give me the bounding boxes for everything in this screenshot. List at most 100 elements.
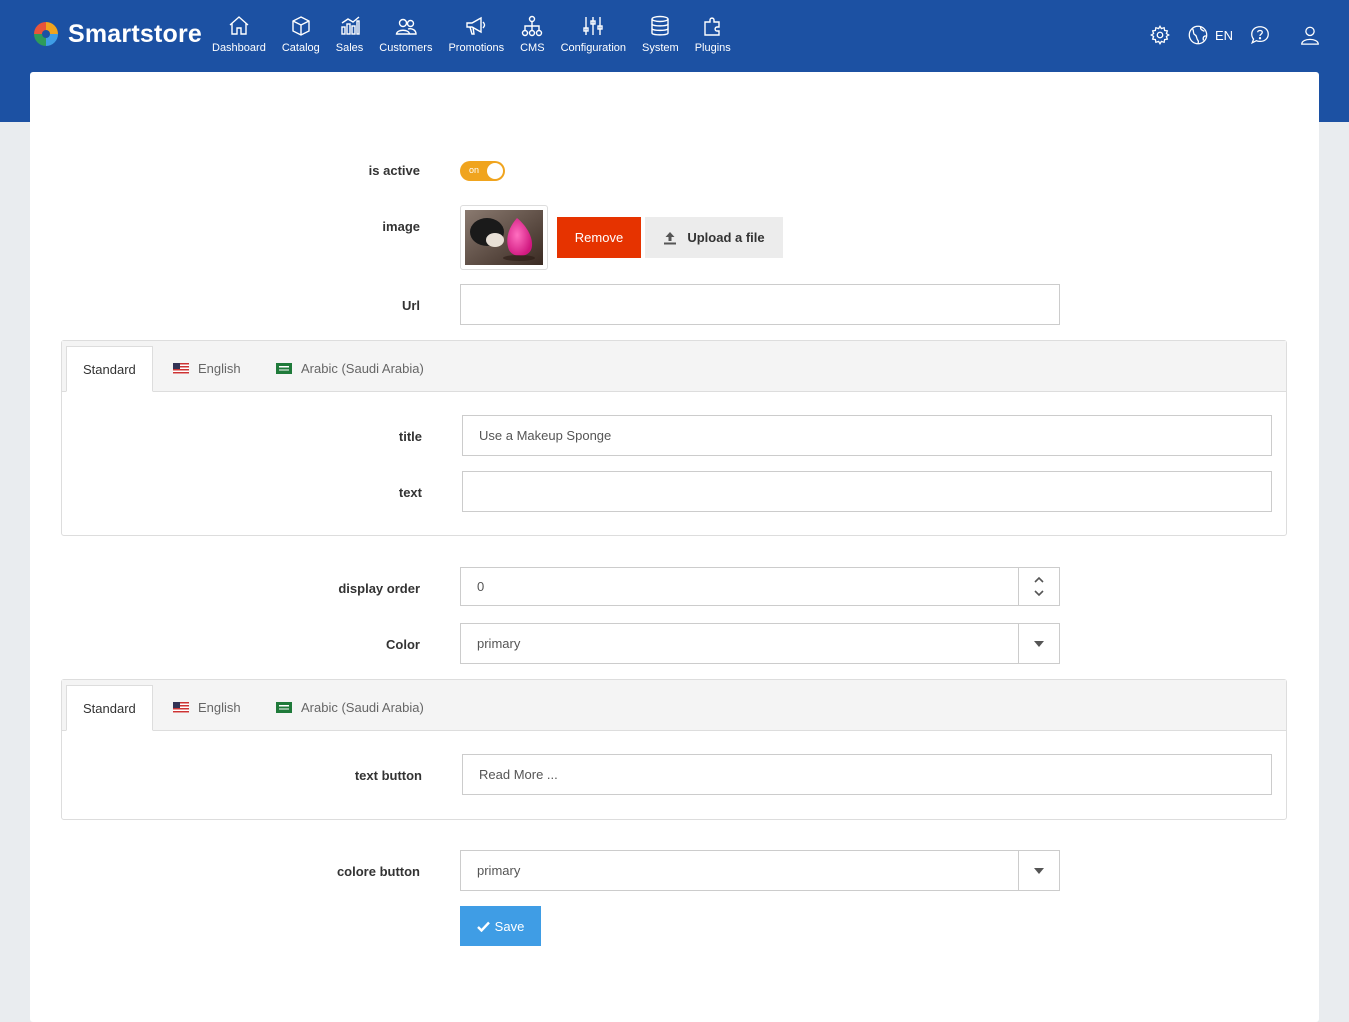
box-icon [292,16,310,36]
caret-down-icon [1034,867,1044,874]
chevron-up-icon[interactable] [1034,576,1044,583]
main-nav: Dashboard Catalog Sales Customers Promot… [204,14,739,54]
color-select[interactable]: primary [460,623,1060,664]
tab-english[interactable]: English [157,685,257,730]
nav-sales[interactable]: Sales [328,14,372,54]
nav-customers[interactable]: Customers [371,14,440,54]
tab-label: Arabic (Saudi Arabia) [301,700,424,715]
tab-standard[interactable]: Standard [66,346,153,392]
upload-label: Upload a file [687,230,765,245]
url-input[interactable] [460,284,1060,325]
help-button[interactable] [1249,24,1271,46]
color-label: Color [386,637,420,652]
is-active-label: is active [368,163,420,178]
language-code: EN [1214,27,1233,43]
megaphone-icon [466,16,486,35]
color-select-value: primary [477,636,521,651]
colore-button-select[interactable]: primary [460,850,1060,891]
us-flag-icon [173,363,189,374]
display-order-stepper[interactable] [1018,568,1059,605]
nav-dashboard[interactable]: Dashboard [204,14,274,54]
nav-label: Plugins [694,42,731,54]
check-icon [476,921,490,932]
nav-label: Sales [335,42,364,54]
nav-label: Promotions [448,42,505,54]
button-text-tabs: Standard English Arabic (Saudi Arabia) t… [61,679,1287,820]
colore-button-label: colore button [336,864,420,879]
is-active-toggle[interactable]: on [460,161,505,181]
display-order-value: 0 [477,579,485,594]
nav-label: Customers [379,42,433,54]
settings-button[interactable] [1149,24,1171,46]
tab-english[interactable]: English [157,346,257,391]
nav-label: CMS [520,42,545,54]
tab-label: English [198,700,241,715]
sponge-image-icon [465,210,543,265]
upload-icon [664,231,677,244]
text-label: text [398,485,422,500]
text-button-input[interactable]: Read More ... [462,754,1272,795]
home-icon [229,16,249,35]
brand-name: Smartstore [68,19,202,48]
gear-icon [1149,25,1170,45]
save-button[interactable]: Save [460,906,541,946]
tab-standard[interactable]: Standard [66,685,153,731]
display-order-input[interactable]: 0 [460,567,1060,606]
users-icon [395,18,417,35]
user-menu-button[interactable] [1299,24,1321,46]
upload-file-button[interactable]: Upload a file [645,217,783,258]
tab-label: Standard [83,361,136,377]
colore-button-select-value: primary [477,863,521,878]
form-card: is active on image Remove Upload a file … [30,72,1319,1022]
color-select-toggle[interactable] [1018,624,1059,663]
toggle-knob [487,163,503,179]
image-thumbnail [460,205,548,270]
title-input[interactable]: Use a Makeup Sponge [462,415,1272,456]
database-icon [651,15,670,36]
nav-label: System [642,42,679,54]
saudi-flag-icon [276,363,292,374]
sitemap-icon [522,15,543,37]
brand-logo[interactable]: Smartstore [30,18,202,50]
text-button-label: text button [354,768,422,783]
remove-image-button[interactable]: Remove [557,217,641,258]
nav-label: Configuration [560,42,626,54]
help-bubble-icon [1251,26,1269,45]
caret-down-icon [1034,640,1044,647]
tab-header: Standard English Arabic (Saudi Arabia) [62,341,1286,392]
tab-label: Standard [83,700,136,716]
title-label: title [398,429,422,444]
image-label: image [382,219,420,234]
nav-plugins[interactable]: Plugins [687,14,739,54]
tab-label: English [198,361,241,376]
sliders-icon [583,17,603,35]
nav-system[interactable]: System [634,14,687,54]
header-tools: EN [1133,24,1321,46]
colore-button-select-toggle[interactable] [1018,851,1059,890]
tab-arabic[interactable]: Arabic (Saudi Arabia) [260,685,440,730]
user-icon [1301,26,1319,45]
nav-configuration[interactable]: Configuration [553,14,634,54]
nav-promotions[interactable]: Promotions [440,14,512,54]
title-text-tabs: Standard English Arabic (Saudi Arabia) t… [61,340,1287,536]
tab-label: Arabic (Saudi Arabia) [301,361,424,376]
language-selector[interactable]: EN [1187,24,1233,46]
smartstore-logo-icon [34,22,58,46]
text-input[interactable] [462,471,1272,512]
globe-icon [1188,25,1208,45]
nav-cms[interactable]: CMS [512,14,552,54]
save-label: Save [494,918,525,934]
nav-label: Catalog [281,42,320,54]
puzzle-icon [704,17,720,36]
tab-header: Standard English Arabic (Saudi Arabia) [62,680,1286,731]
nav-catalog[interactable]: Catalog [274,14,328,54]
saudi-flag-icon [276,702,292,713]
url-label: Url [401,298,420,313]
chevron-down-icon[interactable] [1034,590,1044,597]
chart-icon [340,16,360,35]
us-flag-icon [173,702,189,713]
tab-arabic[interactable]: Arabic (Saudi Arabia) [260,346,440,391]
toggle-on-text: on [469,165,480,175]
display-order-label: display order [338,581,420,596]
nav-label: Dashboard [212,42,266,54]
